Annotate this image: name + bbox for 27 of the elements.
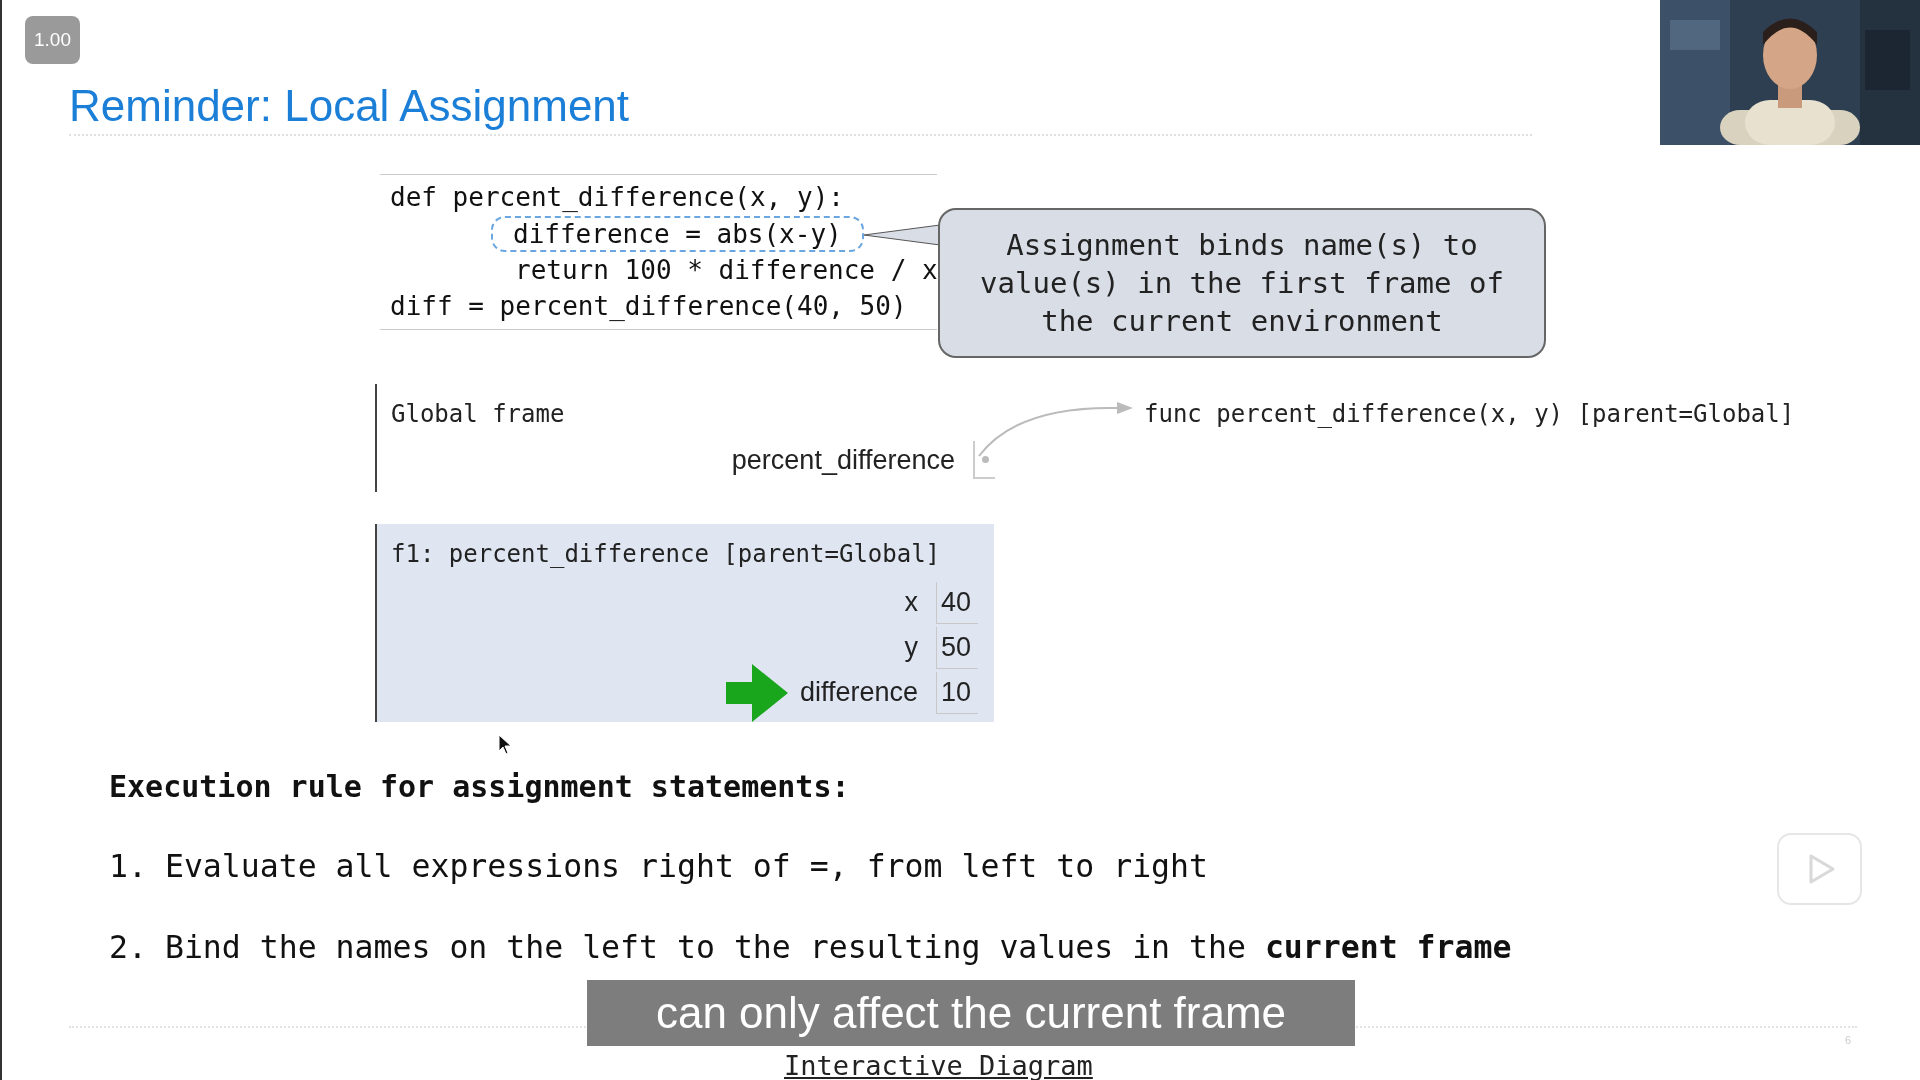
pointer-cell [973,441,995,480]
list-number: 1. [109,847,147,886]
subtitle-caption: can only affect the current frame [587,980,1355,1046]
binding-name: x [904,586,918,620]
binding-value: 40 [936,581,978,624]
rule-text: Evaluate all expressions right of =, from left to right [164,847,1208,886]
rule-heading: Execution rule for assignment statements: [109,768,851,806]
mouse-cursor-icon [498,734,512,756]
frame-title: Global frame [391,399,565,430]
frame-title: f1: percent_difference [parent=Global] [391,539,942,570]
binding-name: y [904,631,918,665]
current-line-arrow-icon [725,663,788,722]
binding-value: 50 [936,626,978,669]
code-line: return 100 * difference / x [515,253,938,287]
slide-title: Reminder: Local Assignment [69,82,630,130]
binding-name: percent_difference [731,444,955,477]
callout-bubble: Assignment binds name(s) to value(s) in the first frame of the current environment [938,208,1546,358]
binding-value: 10 [936,671,978,714]
code-line: difference = abs(x-y) [491,215,864,252]
list-number: 2. [109,928,147,968]
rule-text: Bind the names on the left to the resulting values in the current frame [164,928,1512,968]
binding-name: difference [799,676,918,710]
play-button[interactable] [1777,833,1862,905]
code-line: def percent_difference(x, y): [390,180,844,214]
function-object: func percent_difference(x, y) [parent=Global] [1144,399,1795,430]
interactive-diagram-link[interactable]: Interactive Diagram [784,1046,1093,1080]
code-line: diff = percent_difference(40, 50) [390,290,907,324]
